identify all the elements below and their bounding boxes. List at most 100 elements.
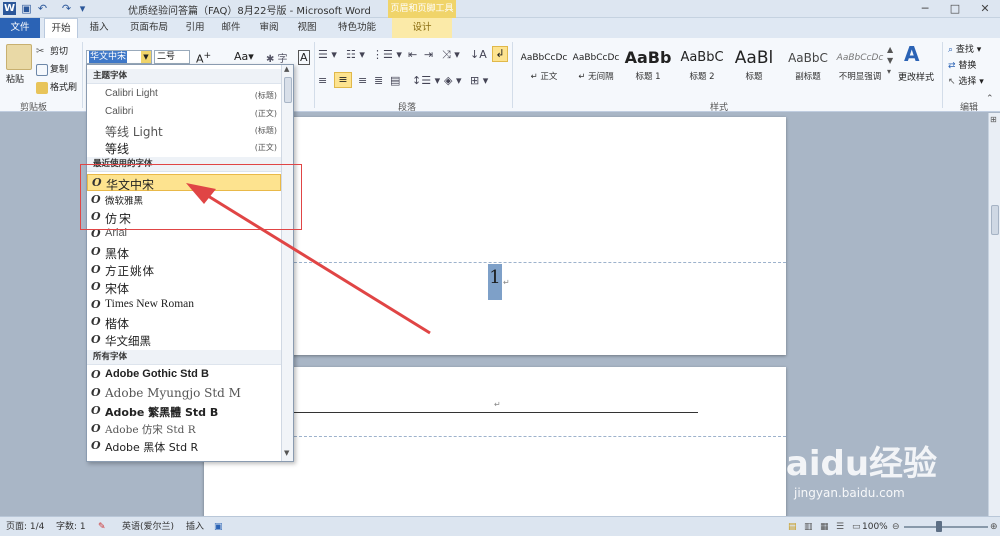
web-layout-icon[interactable]: ▦ [820, 517, 829, 536]
outline-view-icon[interactable]: ☰ [836, 517, 844, 536]
tab-page-layout[interactable]: 页面布局 [124, 18, 174, 38]
styles-scroll-icon[interactable]: ▲ ▼ ▾ [887, 44, 893, 77]
draft-view-icon[interactable]: ▭ [852, 517, 861, 536]
justify-icon[interactable]: ≣ [374, 74, 383, 87]
zoom-slider[interactable] [904, 526, 988, 528]
font-option[interactable]: O 宋体 [87, 279, 281, 296]
char-border-icon[interactable]: A [298, 50, 310, 65]
tab-review[interactable]: 审阅 [254, 18, 284, 38]
macro-record-icon[interactable]: ▣ [214, 517, 223, 536]
chinese-layout-icon[interactable]: ⤨ ▾ [442, 48, 460, 62]
style-subtitle[interactable]: AaBbC 副标题 [782, 46, 834, 90]
replace-button[interactable]: ⇄ 替换 [948, 58, 976, 71]
style-title[interactable]: AaBl 标题 [728, 46, 780, 90]
line-spacing-icon[interactable]: ↕☰ ▾ [412, 74, 440, 87]
close-icon[interactable]: ✕ [970, 0, 1000, 18]
scroll-down-icon[interactable]: ▼ [284, 449, 289, 457]
maximize-icon[interactable]: □ [940, 0, 970, 18]
save-icon[interactable]: ▣ [20, 2, 33, 15]
cut-button[interactable]: ✂ 剪切 [36, 44, 68, 58]
borders-icon[interactable]: ⊞ ▾ [470, 74, 488, 87]
font-list-scroll-thumb[interactable] [284, 77, 292, 103]
font-option[interactable]: O Adobe 繁黑體 Std B [87, 403, 281, 420]
tab-mailings[interactable]: 邮件 [216, 18, 246, 38]
customize-qat-icon[interactable]: ▾ [76, 2, 89, 15]
zoom-level[interactable]: 100% [862, 517, 888, 536]
collapse-ribbon-icon[interactable]: ⌃ [986, 94, 994, 104]
tab-design[interactable]: 设计 [392, 18, 452, 38]
proofing-icon[interactable]: ✎ [98, 517, 106, 536]
page-number-field[interactable]: 1 [488, 264, 502, 300]
paste-icon[interactable] [6, 44, 32, 70]
style-heading-1[interactable]: AaBb 标题 1 [622, 46, 674, 90]
full-screen-reading-icon[interactable]: ▥ [804, 517, 813, 536]
font-option[interactable]: 等线 (正文) [87, 139, 281, 156]
change-case-icon[interactable]: Aa▾ [234, 50, 254, 63]
editing-group-label: 编辑 [960, 103, 979, 113]
show-marks-icon[interactable]: ↲ [492, 46, 508, 62]
word-count-status[interactable]: 字数: 1 [56, 517, 86, 536]
tab-references[interactable]: 引用 [180, 18, 210, 38]
chevron-down-icon[interactable]: ▼ [141, 51, 151, 63]
redo-icon[interactable]: ↷ [60, 2, 73, 15]
tab-view[interactable]: 视图 [292, 18, 322, 38]
vertical-scroll-thumb[interactable] [991, 205, 999, 235]
format-painter-button[interactable]: 格式刷 [36, 80, 77, 94]
phonetic-guide-icon[interactable]: ✱ 字 [266, 50, 288, 65]
font-option[interactable]: Calibri Light (标题) [87, 87, 281, 104]
print-layout-icon[interactable]: ▤ [788, 517, 797, 536]
font-dropdown-list[interactable]: 主题字体 Calibri Light (标题) Calibri (正文) 等线 Li… [86, 64, 294, 462]
tab-home[interactable]: 开始 [44, 18, 78, 38]
font-list-scrollbar[interactable]: ▲ ▼ [281, 65, 293, 461]
tab-insert[interactable]: 插入 [82, 18, 116, 38]
font-option[interactable]: O Adobe Myungjo Std M [87, 385, 281, 402]
font-size-combobox[interactable]: 二号 [154, 50, 190, 64]
zoom-in-icon[interactable]: ⊕ [990, 517, 998, 536]
font-name-combobox[interactable]: 华文中宋 ▼ [86, 50, 152, 64]
zoom-out-icon[interactable]: ⊖ [892, 517, 900, 536]
increase-indent-icon[interactable]: ⇥ [424, 48, 433, 61]
font-option[interactable]: O 方正姚体 [87, 262, 281, 279]
font-option[interactable]: O Adobe 仿宋 Std R [87, 421, 281, 438]
paste-button[interactable]: 粘贴 [6, 72, 24, 85]
style-heading-2[interactable]: AaBbC 标题 2 [676, 46, 728, 90]
numbering-icon[interactable]: ☷ ▾ [346, 48, 365, 61]
page-count-status[interactable]: 页面: 1/4 [6, 517, 44, 536]
style-subtle-emphasis[interactable]: AaBbCcDc 不明显强调 [834, 46, 886, 90]
word-app-icon[interactable]: W [3, 2, 16, 15]
copy-button[interactable]: 复制 [36, 62, 68, 76]
decrease-indent-icon[interactable]: ⇤ [408, 48, 417, 61]
align-left-icon[interactable]: ≡ [318, 74, 327, 87]
font-option[interactable]: O 楷体 [87, 314, 281, 331]
undo-icon[interactable]: ↶ [36, 2, 49, 15]
font-option[interactable]: O 黑体 [87, 244, 281, 261]
shading-icon[interactable]: ◈ ▾ [444, 74, 461, 87]
minimize-icon[interactable]: ─ [910, 0, 940, 18]
font-option[interactable]: O Adobe 黑体 Std R [87, 438, 281, 455]
bullets-icon[interactable]: ☰ ▾ [318, 48, 337, 61]
change-styles-button[interactable]: 更改样式 [898, 70, 934, 83]
zoom-slider-thumb[interactable] [936, 521, 942, 532]
align-right-icon[interactable]: ≡ [358, 74, 367, 87]
scroll-up-icon[interactable]: ▲ [284, 65, 289, 73]
tab-special[interactable]: 特色功能 [332, 18, 382, 38]
multilevel-list-icon[interactable]: ⋮☰ ▾ [372, 48, 402, 61]
font-option[interactable]: O Times New Roman [87, 297, 281, 314]
font-option[interactable]: O Adobe Gothic Std B [87, 367, 281, 384]
language-status[interactable]: 英语(爱尔兰) [122, 517, 174, 536]
font-option[interactable]: 等线 Light (标题) [87, 122, 281, 139]
insert-mode-status[interactable]: 插入 [186, 517, 204, 536]
align-center-icon[interactable]: ≡ [334, 72, 352, 88]
style-normal[interactable]: AaBbCcDc ↵ 正文 [518, 46, 570, 90]
style-no-spacing[interactable]: AaBbCcDc ↵ 无间隔 [570, 46, 622, 90]
find-button[interactable]: ⌕ 查找 ▾ [948, 42, 981, 55]
font-name-value[interactable]: 华文中宋 [89, 51, 128, 63]
font-option[interactable]: Calibri (正文) [87, 105, 281, 122]
change-styles-icon[interactable]: A [904, 42, 919, 66]
tab-file[interactable]: 文件 [0, 18, 40, 38]
sort-icon[interactable]: ↓A [470, 48, 487, 61]
font-option[interactable]: O 华文细黑 [87, 332, 281, 349]
ruler-toggle-icon[interactable]: ⊞ [990, 115, 997, 124]
select-button[interactable]: ↖ 选择 ▾ [948, 74, 984, 87]
distributed-icon[interactable]: ▤ [390, 74, 400, 87]
